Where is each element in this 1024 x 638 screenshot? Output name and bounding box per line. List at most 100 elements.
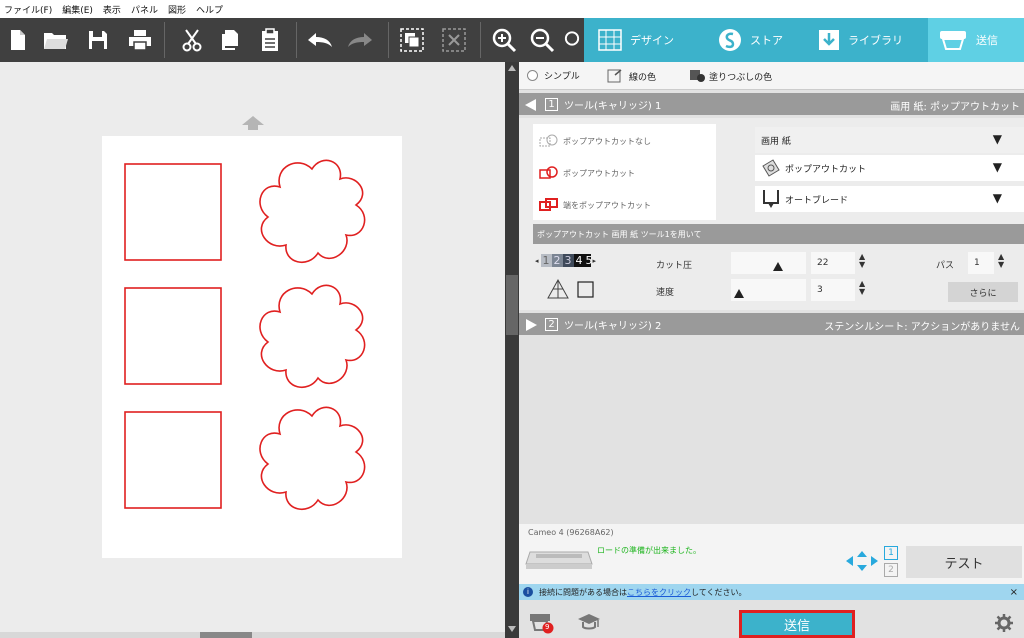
settings-gear-icon[interactable]: [995, 614, 1013, 635]
scroll-up-icon[interactable]: [508, 65, 516, 71]
tab-library[interactable]: ライブラリ: [818, 18, 928, 62]
line-color-icon: [607, 69, 622, 83]
menu-view[interactable]: 表示: [103, 3, 121, 16]
square-shape-1: [124, 163, 222, 261]
menu-bar: ファイル(F) 編集(E) 表示 パネル 図形 ヘルプ: [0, 0, 1024, 18]
pass-spinner-icon[interactable]: ▲ ▼: [998, 253, 1004, 269]
flower-shape-1: [259, 159, 366, 264]
cutting-mat-paper: [102, 136, 402, 558]
mode-fill-color[interactable]: 塗りつぶしの色: [689, 69, 772, 83]
more-button[interactable]: さらに: [948, 282, 1018, 302]
arrow-right-icon: ▸: [592, 256, 597, 265]
zoom-fit-icon[interactable]: [562, 26, 582, 54]
design-canvas[interactable]: [0, 62, 505, 632]
download-icon: [819, 30, 839, 50]
tool2-header[interactable]: 2 ツール(キャリッジ) 2 ステンシルシート: アクションがありません: [519, 313, 1024, 335]
open-folder-icon[interactable]: [42, 26, 70, 54]
move-arrows-icon[interactable]: [846, 551, 878, 574]
menu-shape[interactable]: 図形: [168, 3, 186, 16]
menu-panel[interactable]: パネル: [131, 3, 158, 16]
tab-design[interactable]: デザイン: [598, 18, 708, 62]
tab-send-label: 送信: [976, 34, 998, 47]
tab-store[interactable]: ストア: [718, 18, 818, 62]
group-icon[interactable]: [398, 26, 426, 54]
silhouette-logo-icon: [719, 29, 741, 51]
mode-line-color-label: 線の色: [629, 72, 657, 83]
main-tabs: デザイン ストア ライブラリ 送信: [584, 18, 1024, 62]
ungroup-icon[interactable]: [440, 26, 468, 54]
option-no-popout[interactable]: ポップアウトカットなし: [539, 134, 651, 148]
popout-options: ポップアウトカットなし ポップアウトカット 端をポップアウトカット: [533, 124, 716, 220]
option-popout[interactable]: ポップアウトカット: [539, 166, 635, 180]
fill-color-icon: [690, 70, 705, 82]
no-popout-icon: [539, 134, 558, 147]
tool2-title: ツール(キャリッジ) 2: [564, 321, 662, 332]
edge-popout-icon: [539, 198, 558, 211]
save-icon[interactable]: [84, 26, 112, 54]
carriage-1-button[interactable]: 1: [884, 546, 898, 560]
horizontal-scroll-thumb[interactable]: [200, 632, 252, 638]
info-link[interactable]: こちらをクリック: [627, 587, 691, 598]
blade-depth-selector[interactable]: ◂ 1 2 3 4 5 ▸: [535, 254, 596, 267]
info-text-before: 接続に問題がある場合は: [539, 587, 627, 597]
mode-line-color[interactable]: 線の色: [607, 69, 656, 83]
action-select[interactable]: ポップアウトカット ▼: [755, 155, 1024, 181]
blade-value: オートブレード: [785, 195, 849, 206]
pass-value[interactable]: 1: [968, 252, 994, 274]
tutorial-icon[interactable]: [577, 612, 601, 635]
option-edge-popout[interactable]: 端をポップアウトカット: [539, 198, 651, 212]
copy-icon[interactable]: [216, 26, 244, 54]
material-select[interactable]: 画用 紙 ▼: [755, 127, 1024, 153]
redo-icon[interactable]: [346, 26, 374, 54]
speed-spinner-icon[interactable]: ▲ ▼: [859, 280, 865, 296]
tab-send[interactable]: 送信: [928, 18, 1024, 62]
print-icon[interactable]: [126, 26, 154, 54]
blade-digit-1: 1: [540, 254, 552, 267]
vertical-scrollbar[interactable]: [505, 62, 519, 638]
dropdown-arrow-icon: ▼: [992, 191, 1002, 205]
scroll-down-icon[interactable]: [508, 626, 516, 632]
close-icon[interactable]: ×: [1010, 587, 1018, 598]
dropdown-arrow-icon: ▼: [992, 132, 1002, 146]
undo-icon[interactable]: [306, 26, 334, 54]
slider-thumb-icon[interactable]: [734, 289, 744, 298]
pressure-value[interactable]: 22: [811, 252, 855, 274]
option-edge-popout-label: 端をポップアウトカット: [563, 200, 651, 210]
menu-help[interactable]: ヘルプ: [196, 3, 223, 16]
tool1-summary: 画用 紙: ポップアウトカット: [890, 102, 1020, 113]
device-status-text: ロードの準備が出来ました。: [597, 546, 701, 555]
carriage-2-button[interactable]: 2: [884, 563, 898, 577]
tool2-summary: ステンシルシート: アクションがありません: [824, 322, 1020, 333]
new-file-icon[interactable]: [4, 26, 32, 54]
feed-up-icon[interactable]: [242, 116, 264, 133]
pressure-spinner-icon[interactable]: ▲ ▼: [859, 253, 865, 269]
tool1-header[interactable]: 1 ツール(キャリッジ) 1 画用 紙: ポップアウトカット: [519, 93, 1024, 115]
tool-icons: [546, 278, 602, 303]
menu-file[interactable]: ファイル(F): [4, 3, 52, 16]
blade-digit-2: 2: [551, 254, 563, 267]
material-value: 画用 紙: [761, 136, 791, 147]
zoom-in-icon[interactable]: [490, 26, 518, 54]
flower-shape-2: [259, 284, 366, 389]
mode-simple[interactable]: シンプル: [527, 69, 580, 82]
horizontal-scrollbar[interactable]: [0, 632, 505, 638]
zoom-out-icon[interactable]: [528, 26, 556, 54]
menu-edit[interactable]: 編集(E): [62, 3, 93, 16]
blade-select[interactable]: オートブレード ▼: [755, 186, 1024, 212]
mode-simple-label: シンプル: [544, 72, 580, 82]
send-history-icon[interactable]: 9: [529, 612, 555, 637]
slider-thumb-icon[interactable]: [773, 262, 783, 271]
flower-shape-3: [259, 406, 366, 511]
vertical-scroll-thumb[interactable]: [506, 275, 518, 335]
speed-value[interactable]: 3: [811, 279, 855, 301]
info-text-after: してください。: [691, 587, 747, 597]
pressure-slider[interactable]: [731, 252, 806, 274]
cut-shapes: [124, 159, 366, 511]
send-button[interactable]: 送信: [739, 610, 855, 638]
cut-icon[interactable]: [178, 26, 206, 54]
test-button[interactable]: テスト: [906, 546, 1022, 578]
paste-icon[interactable]: [256, 26, 284, 54]
arrow-left-icon: ◂: [535, 256, 539, 265]
speed-slider[interactable]: [731, 279, 806, 301]
triangle-tool-icon: [547, 278, 569, 299]
